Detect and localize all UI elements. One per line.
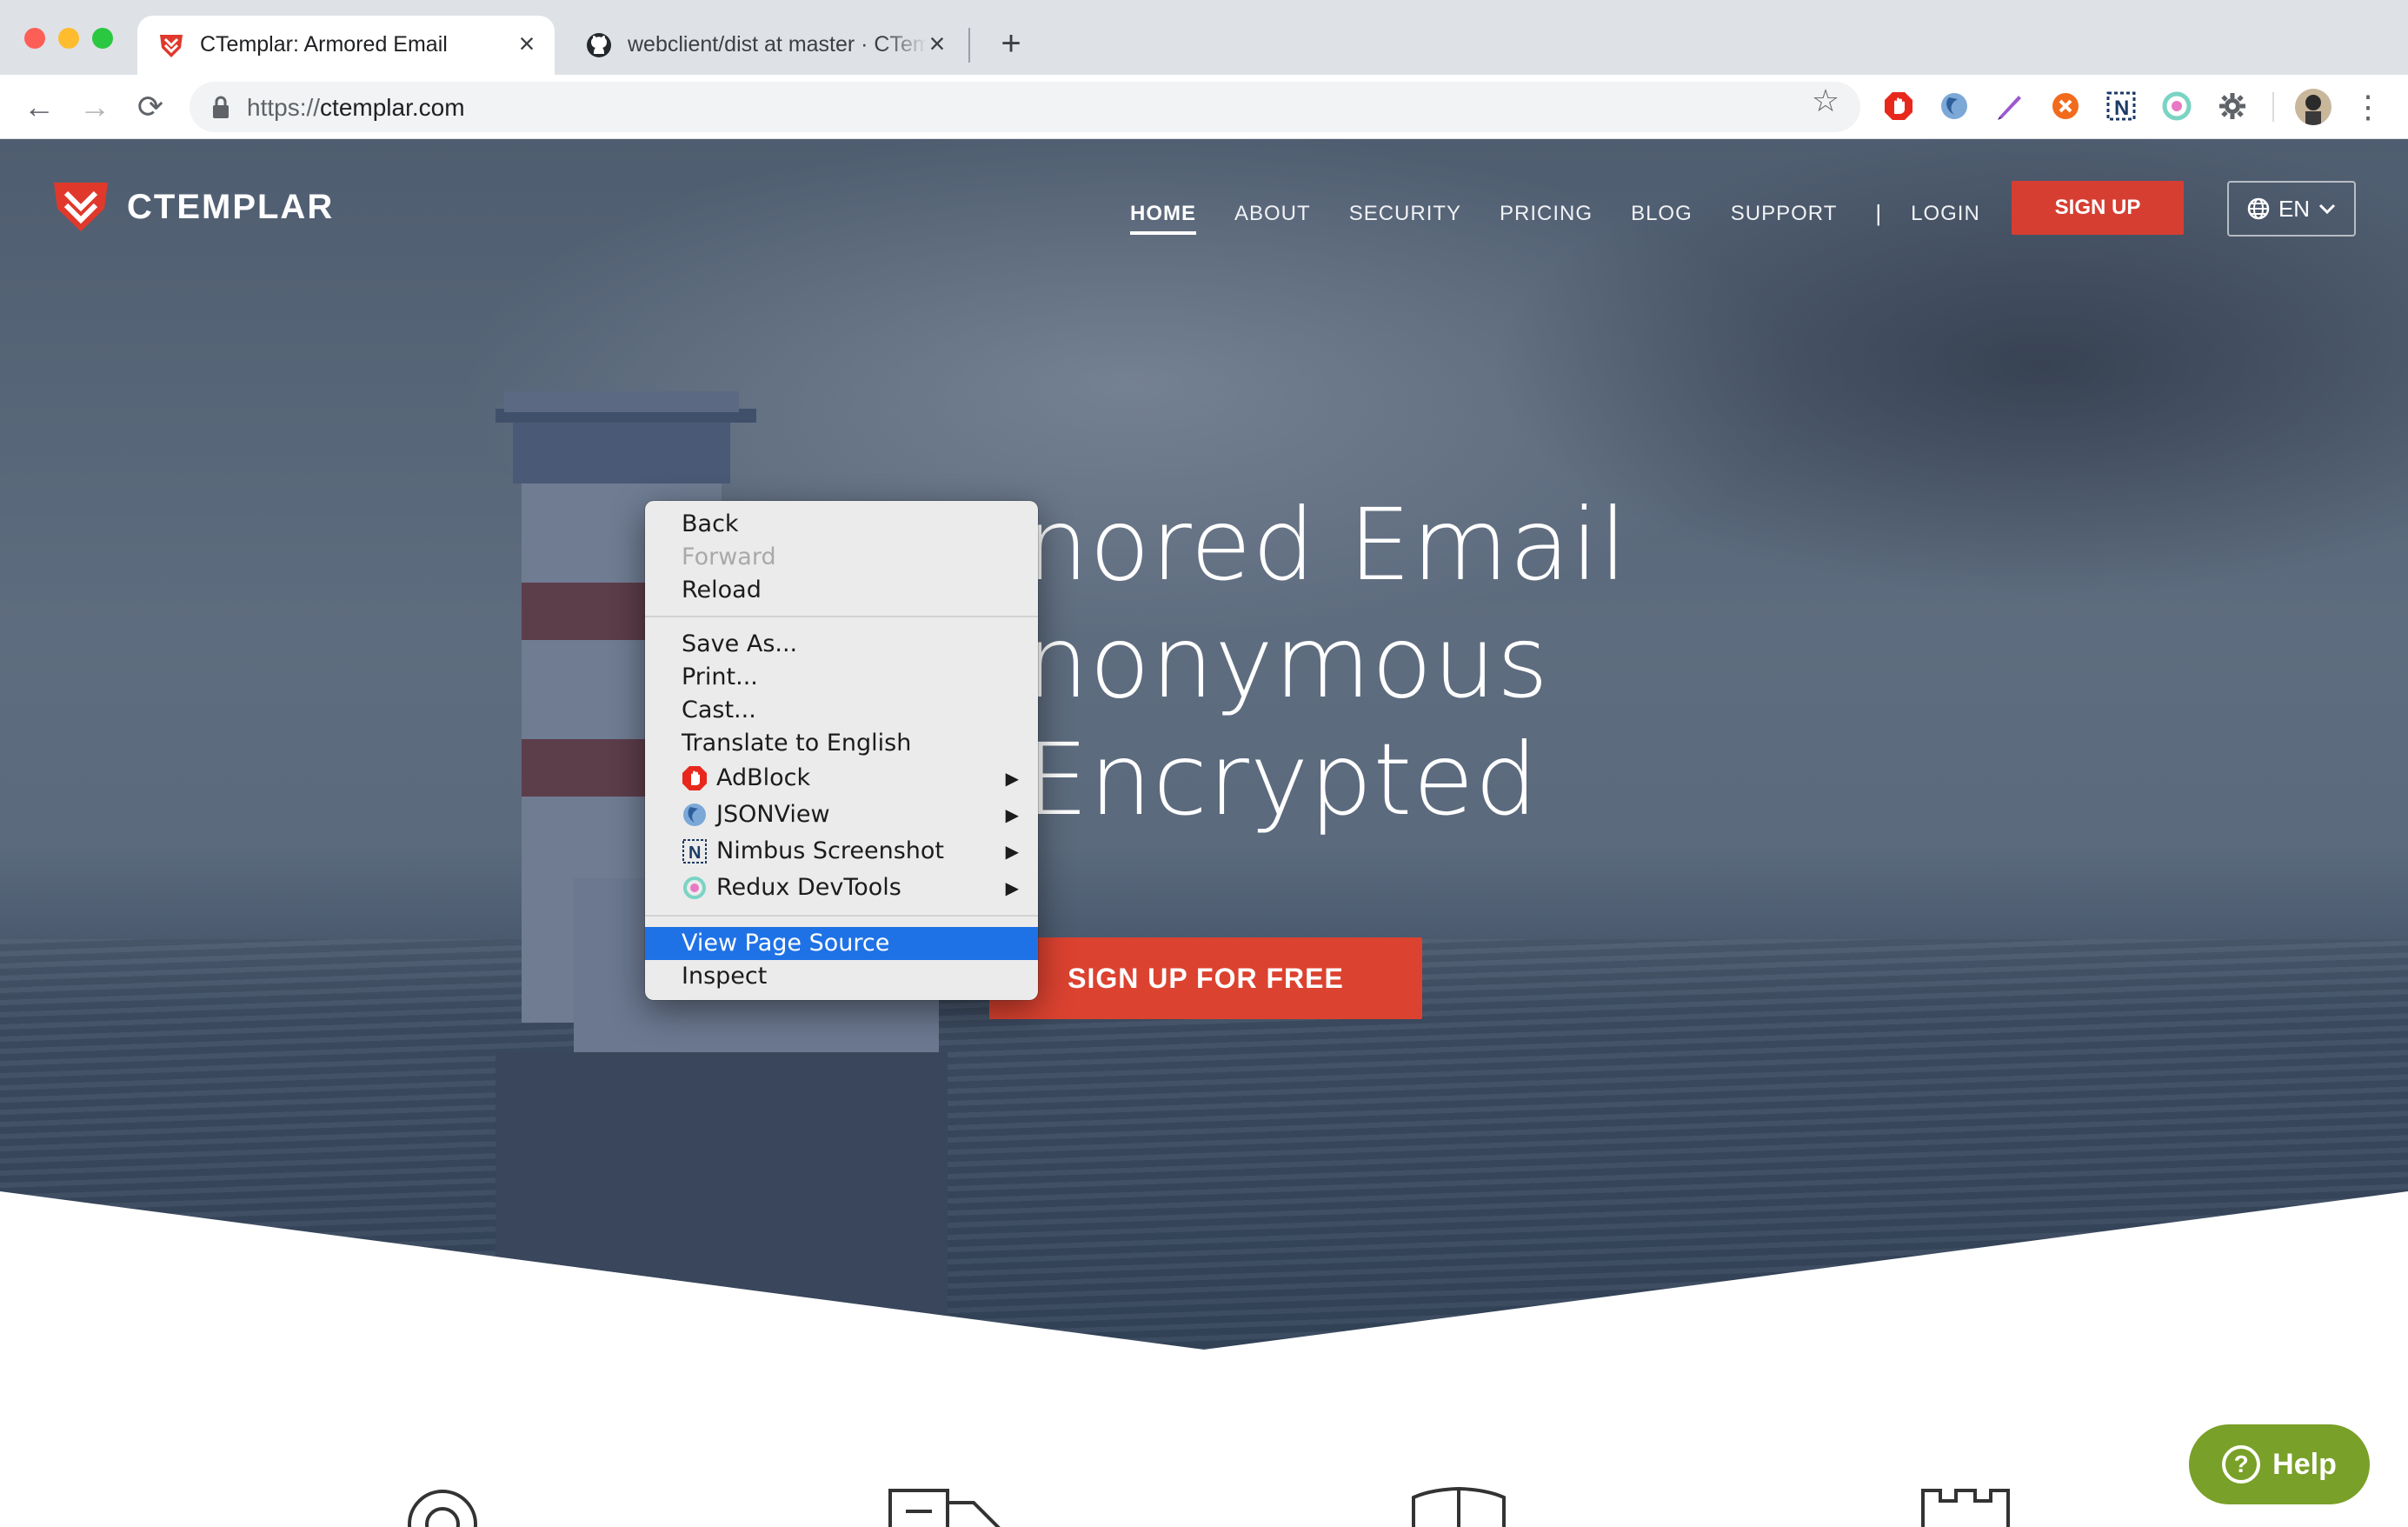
language-selector[interactable]: EN (2227, 181, 2356, 237)
orange-extension-icon[interactable] (2048, 89, 2083, 123)
menu-separator (645, 616, 1038, 617)
nav-login[interactable]: LOGIN (1911, 202, 1980, 226)
ctemplar-logo-icon (54, 183, 108, 231)
close-window-button[interactable] (24, 28, 45, 49)
hero-section: CTEMPLAR HOME ABOUT SECURITY PRICING BLO… (0, 139, 2408, 1350)
close-tab-icon[interactable]: × (921, 28, 953, 59)
url-scheme: https:// (247, 94, 321, 121)
menu-item-reload[interactable]: Reload (645, 574, 1038, 607)
tab-separator (968, 28, 970, 63)
url-text: https://ctemplar.com (247, 94, 465, 122)
tab-title: CTemplar: Armored Email (200, 32, 448, 57)
web-page: CTEMPLAR HOME ABOUT SECURITY PRICING BLO… (0, 139, 2408, 1527)
pen-extension-icon[interactable] (1992, 89, 2027, 123)
browser-toolbar: ← → ⟳ https://ctemplar.com ☆ N ⋮ (0, 75, 2408, 139)
menu-item-nimbus-screenshot[interactable]: N Nimbus Screenshot ▶ (645, 835, 1038, 868)
address-bar[interactable]: https://ctemplar.com (190, 82, 1860, 132)
menu-item-view-page-source[interactable]: View Page Source (645, 927, 1038, 960)
forward-arrow-icon[interactable]: → (73, 85, 116, 129)
chevron-down-icon (2319, 203, 2336, 215)
github-icon (587, 33, 611, 57)
new-tab-button[interactable]: + (991, 24, 1031, 64)
nav-home[interactable]: HOME (1130, 202, 1196, 235)
lock-icon (213, 96, 229, 118)
bookmark-star-icon[interactable]: ☆ (1808, 83, 1843, 118)
redux-devtools-icon (683, 877, 706, 899)
browser-tab-strip: CTemplar: Armored Email × webclient/dist… (0, 0, 2408, 75)
tab-title: webclient/dist at master · CTemplar (628, 32, 928, 57)
svg-text:N: N (688, 844, 701, 863)
ctemplar-shield-icon (160, 35, 183, 57)
hero-heading-line-3: Encrypted (1026, 722, 1539, 837)
redux-devtools-icon[interactable] (2159, 89, 2194, 123)
submenu-arrow-icon: ▶ (1005, 804, 1019, 825)
feature-shield-icon (1412, 1486, 1506, 1527)
site-nav: HOME ABOUT SECURITY PRICING BLOG SUPPORT… (1130, 200, 2019, 235)
menu-item-cast[interactable]: Cast... (645, 694, 1038, 727)
submenu-arrow-icon: ▶ (1005, 768, 1019, 789)
minimize-window-button[interactable] (58, 28, 79, 49)
help-button[interactable]: ? Help (2189, 1424, 2370, 1504)
tab-github[interactable]: webclient/dist at master · CTemplar × (565, 16, 965, 75)
toolbar-separator (2272, 92, 2274, 122)
hero-heading-line-2: nonymous (1026, 604, 1550, 720)
nav-separator: | (1875, 200, 1882, 226)
zoom-window-button[interactable] (92, 28, 113, 49)
reload-icon[interactable]: ⟳ (129, 85, 172, 129)
menu-item-print[interactable]: Print... (645, 661, 1038, 694)
menu-item-adblock[interactable]: AdBlock ▶ (645, 762, 1038, 795)
help-label: Help (2272, 1447, 2337, 1481)
nav-security[interactable]: SECURITY (1349, 202, 1461, 226)
menu-separator (645, 915, 1038, 917)
signup-button[interactable]: SIGN UP (2012, 181, 2184, 235)
tab-ctemplar[interactable]: CTemplar: Armored Email × (137, 16, 555, 75)
back-arrow-icon[interactable]: ← (17, 85, 61, 129)
nimbus-icon[interactable]: N (2104, 89, 2139, 123)
browser-menu-icon[interactable]: ⋮ (2351, 85, 2385, 129)
feature-delivery-icon (888, 1489, 1001, 1527)
menu-item-label: Redux DevTools (716, 874, 901, 901)
menu-item-save-as[interactable]: Save As... (645, 628, 1038, 661)
hero-heading-line-1: nored Email (1026, 487, 1628, 603)
menu-item-label: JSONView (716, 801, 830, 828)
nav-pricing[interactable]: PRICING (1500, 202, 1593, 226)
submenu-arrow-icon: ▶ (1005, 841, 1019, 862)
menu-item-redux-devtools[interactable]: Redux DevTools ▶ (645, 871, 1038, 904)
question-icon: ? (2222, 1445, 2261, 1484)
nav-support[interactable]: SUPPORT (1731, 202, 1838, 226)
menu-item-forward[interactable]: Forward (645, 541, 1038, 574)
jsonview-icon (683, 804, 706, 826)
close-tab-icon[interactable]: × (511, 28, 542, 59)
jsonview-icon[interactable] (1937, 89, 1972, 123)
menu-item-translate[interactable]: Translate to English (645, 727, 1038, 760)
nav-about[interactable]: ABOUT (1234, 202, 1311, 226)
site-logo-text: CTEMPLAR (127, 188, 335, 226)
nav-blog[interactable]: BLOG (1631, 202, 1693, 226)
menu-item-back[interactable]: Back (645, 508, 1038, 541)
svg-text:N: N (2114, 97, 2129, 120)
feature-pin-icon (408, 1490, 477, 1527)
profile-avatar[interactable] (2295, 89, 2332, 125)
menu-item-label: Nimbus Screenshot (716, 837, 945, 864)
adblock-icon (682, 766, 707, 790)
menu-item-jsonview[interactable]: JSONView ▶ (645, 798, 1038, 831)
language-label: EN (2278, 195, 2311, 222)
globe-icon (2247, 197, 2270, 220)
context-menu: Back Forward Reload Save As... Print... … (645, 501, 1038, 1000)
submenu-arrow-icon: ▶ (1005, 877, 1019, 898)
feature-castle-icon (1921, 1489, 2010, 1527)
nimbus-icon: N (682, 839, 707, 864)
puzzle-extension-icon[interactable] (2215, 89, 2250, 123)
signup-free-button[interactable]: SIGN UP FOR FREE (989, 937, 1422, 1019)
menu-item-inspect[interactable]: Inspect (645, 960, 1038, 993)
adblock-icon[interactable] (1881, 89, 1916, 123)
menu-item-label: AdBlock (716, 764, 811, 791)
url-host: ctemplar.com (320, 94, 465, 121)
